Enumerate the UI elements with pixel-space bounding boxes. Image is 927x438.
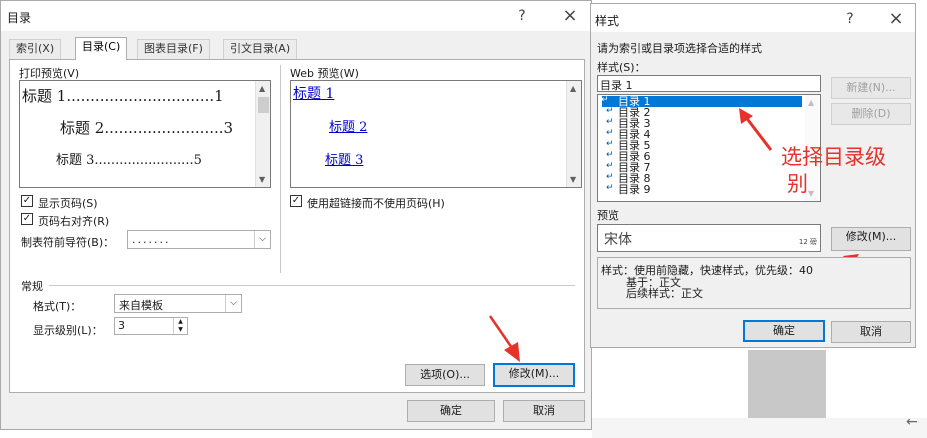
help-button[interactable]: ? xyxy=(509,5,535,27)
delete-style-button[interactable]: 删除(D) xyxy=(831,103,911,125)
hyperlinks-label: 使用超链接而不使用页码(H) xyxy=(307,197,445,210)
close-button[interactable]: × xyxy=(557,5,583,27)
web-link-1[interactable]: 标题 1 xyxy=(293,83,334,103)
annotation-arrow-list xyxy=(739,108,773,151)
scroll-up-icon[interactable]: ▲ xyxy=(259,84,265,93)
format-select[interactable]: 来自模板 ⌵ xyxy=(114,294,242,313)
preview-font-size: 12 磅 xyxy=(798,238,817,246)
paragraph-mark-icon: ↵ xyxy=(606,150,614,160)
style-modify-button[interactable]: 修改(M)... xyxy=(831,227,911,251)
web-preview-scrollbar[interactable]: ▲ ▼ xyxy=(566,81,581,187)
style-preview-box: 宋体 12 磅 xyxy=(597,224,821,252)
spin-down-icon[interactable]: ▼ xyxy=(173,326,187,334)
right-align-label: 页码右对齐(R) xyxy=(38,215,110,228)
web-link-3[interactable]: 标题 3 xyxy=(325,149,363,168)
general-label: 常规 xyxy=(21,280,43,293)
right-align-checkbox[interactable]: ✓ xyxy=(21,213,33,225)
web-link-2[interactable]: 标题 2 xyxy=(329,116,367,135)
style-close-button[interactable]: × xyxy=(883,8,909,30)
leader-label: 制表符前导符(B)： xyxy=(21,236,115,249)
tab-citations[interactable]: 引文目录(A) xyxy=(223,39,298,59)
paragraph-mark-icon: ↵ xyxy=(601,95,609,105)
format-label: 格式(T)： xyxy=(33,300,82,313)
style-description-line-3: 后续样式：正文 xyxy=(626,287,703,300)
print-preview-label: 打印预览(V) xyxy=(19,67,80,80)
style-ok-button[interactable]: 确定 xyxy=(743,320,825,342)
scroll-thumb[interactable] xyxy=(258,97,269,113)
print-preview-line-1: 标题 1...............................1 xyxy=(22,87,224,105)
levels-value: 3 xyxy=(118,319,125,332)
paragraph-mark-icon: ↵ xyxy=(606,139,614,149)
show-page-numbers-label: 显示页码(S) xyxy=(38,197,98,210)
scroll-down-icon[interactable]: ▼ xyxy=(259,175,265,184)
annotation-text-1: 选择目录级 xyxy=(781,145,886,169)
web-preview-label: Web 预览(W) xyxy=(290,67,359,80)
leader-select[interactable]: ....... ⌵ xyxy=(127,230,271,249)
annotation-arrow-main-modify xyxy=(488,315,520,362)
tab-toc[interactable]: 目录(C) xyxy=(75,37,128,60)
cancel-button[interactable]: 取消 xyxy=(503,400,585,422)
styles-input[interactable]: 目录 1 xyxy=(597,75,821,92)
scroll-down-icon[interactable]: ▼ xyxy=(570,175,576,184)
toc-dialog: 目录 ? × 索引(X) 目录(C) 图表目录(F) 引文目录(A) 打印预览(… xyxy=(0,0,592,430)
paragraph-mark-icon: ↵ xyxy=(606,117,614,127)
new-style-button[interactable]: 新建(N)... xyxy=(831,77,911,99)
paragraph-mark-icon: ↵ xyxy=(606,161,614,171)
paragraph-mark-icon: ↵ xyxy=(606,183,614,193)
preview-divider xyxy=(280,65,281,273)
ok-button[interactable]: 确定 xyxy=(407,400,495,422)
tab-figures[interactable]: 图表目录(F) xyxy=(137,39,210,59)
tab-index[interactable]: 索引(X) xyxy=(9,39,62,59)
scroll-up-icon[interactable]: ▲ xyxy=(808,98,814,107)
toc-titlebar: 目录 ? × xyxy=(1,1,591,31)
paragraph-mark-icon: ↵ xyxy=(606,172,614,182)
chevron-down-icon[interactable]: ⌵ xyxy=(254,231,270,248)
hyperlinks-checkbox[interactable]: ✓ xyxy=(290,195,302,207)
preview-label: 预览 xyxy=(597,209,619,222)
preview-font-sample: 宋体 xyxy=(604,232,632,248)
options-button[interactable]: 选项(O)... xyxy=(405,364,485,386)
scroll-down-icon[interactable]: ▼ xyxy=(808,189,814,198)
annotation-text-2: 别 xyxy=(787,172,808,196)
modify-button[interactable]: 修改(M)... xyxy=(493,363,575,387)
leader-value: ....... xyxy=(132,233,171,246)
levels-spinner[interactable]: 3 ▲ ▼ xyxy=(114,317,188,335)
show-page-numbers-checkbox[interactable]: ✓ xyxy=(21,195,33,207)
spin-up-icon[interactable]: ▲ xyxy=(173,318,187,326)
print-preview-scrollbar[interactable]: ▲ ▼ xyxy=(255,81,270,187)
style-description-box: 样式：使用前隐藏，快速样式，优先级：40 基于：正文 后续样式：正文 xyxy=(597,257,911,309)
print-preview-line-2: 标题 2.........................3 xyxy=(60,119,234,137)
print-preview-box: 标题 1...............................1 标题 … xyxy=(19,80,271,188)
web-preview-box: 标题 1 标题 2 标题 3 ▲ ▼ xyxy=(290,80,582,188)
format-value: 来自模板 xyxy=(119,299,163,312)
style-dialog: 样式 ? × 请为索引或目录项选择合适的样式 样式(S)： 目录 1 目录 1 … xyxy=(590,3,916,348)
toc-title: 目录 xyxy=(7,11,32,25)
style-titlebar: 样式 ? × xyxy=(591,4,915,32)
scroll-up-icon[interactable]: ▲ xyxy=(570,84,576,93)
background-gray-strip xyxy=(592,418,927,438)
print-preview-line-3: 标题 3........................5 xyxy=(56,153,202,168)
style-cancel-button[interactable]: 取消 xyxy=(831,321,911,343)
paragraph-mark-icon: ↵ xyxy=(606,128,614,138)
styles-label: 样式(S)： xyxy=(597,61,646,74)
paragraph-mark-icon: ↵ xyxy=(606,106,614,116)
styles-input-value: 目录 1 xyxy=(600,79,633,92)
style-title: 样式 xyxy=(595,14,620,28)
general-divider xyxy=(49,285,575,286)
levels-label: 显示级别(L)： xyxy=(33,324,103,337)
style-help-button[interactable]: ? xyxy=(837,8,863,30)
chevron-down-icon[interactable]: ⌵ xyxy=(225,295,241,312)
back-arrow-icon: ← xyxy=(906,414,918,430)
style-prompt: 请为索引或目录项选择合适的样式 xyxy=(597,42,762,55)
